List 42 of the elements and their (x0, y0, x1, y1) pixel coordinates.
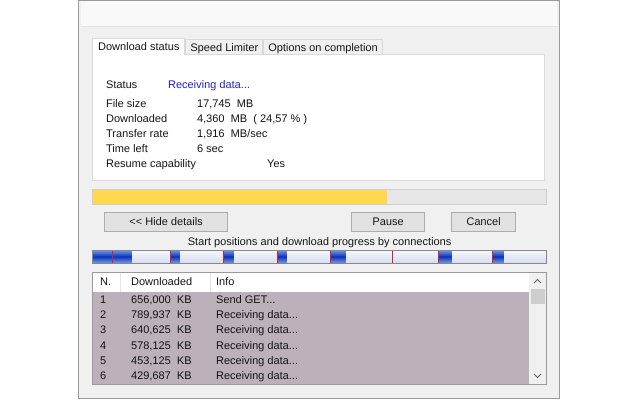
status-value: Receiving data... (168, 78, 250, 92)
field-value: 4,360 MB ( 24,57 % ) (197, 112, 308, 126)
scroll-down-icon[interactable] (533, 373, 542, 379)
table-cell-text: Receiving data... (215, 308, 299, 323)
tab[interactable]: Speed Limiter (185, 39, 264, 54)
field-label: Status (106, 78, 138, 92)
pause-button[interactable]: Pause (351, 212, 425, 232)
field-value: 1,916 MB/sec (197, 127, 268, 141)
connections-caption: Start positions and download progress by connections (188, 234, 452, 250)
table-cell-text: 656,000 KB (130, 292, 193, 308)
table-cell-text: Receiving data... (215, 354, 299, 369)
table-cell-text: Send GET... (215, 292, 276, 308)
field-label: Transfer rate (106, 127, 170, 141)
table-cell-text: 789,937 KB (130, 308, 193, 323)
field-value: Yes (267, 157, 285, 171)
table-cell-text: 6 (99, 369, 108, 384)
field-value: 6 sec (197, 142, 224, 156)
table-cell-text: 453,125 KB (130, 354, 193, 369)
table-cell-text: 2 (99, 308, 108, 323)
tab[interactable]: Options on completion (263, 39, 383, 54)
table-cell-text: 1 (99, 292, 108, 308)
field-label: Resume capability (106, 157, 197, 171)
table-cell-text: Receiving data... (215, 338, 299, 354)
column-header[interactable]: Info (211, 273, 529, 292)
table-cell-text: Receiving data... (215, 323, 299, 338)
table-cell-text: 4 (99, 338, 108, 354)
table-cell-text: 3 (99, 323, 108, 338)
table-cell-text: 429,687 KB (130, 369, 193, 384)
table-cell-text: Receiving data... (215, 369, 299, 384)
cancel-button[interactable]: Cancel (451, 212, 516, 232)
table-cell-text: 578,125 KB (130, 338, 193, 354)
scrollbar[interactable] (529, 273, 546, 384)
hide-details-button[interactable]: << Hide details (104, 212, 228, 232)
scroll-thumb[interactable] (530, 289, 544, 304)
table-cell-text: 640,625 KB (130, 323, 193, 338)
scroll-up-icon[interactable] (533, 278, 542, 284)
table-cell-text: 5 (99, 354, 108, 369)
field-label: Downloaded (106, 112, 168, 126)
field-label: Time left (106, 142, 149, 156)
tab[interactable]: Download status (92, 38, 186, 55)
field-label: File size (106, 97, 148, 111)
field-value: 17,745 MB (197, 97, 254, 111)
